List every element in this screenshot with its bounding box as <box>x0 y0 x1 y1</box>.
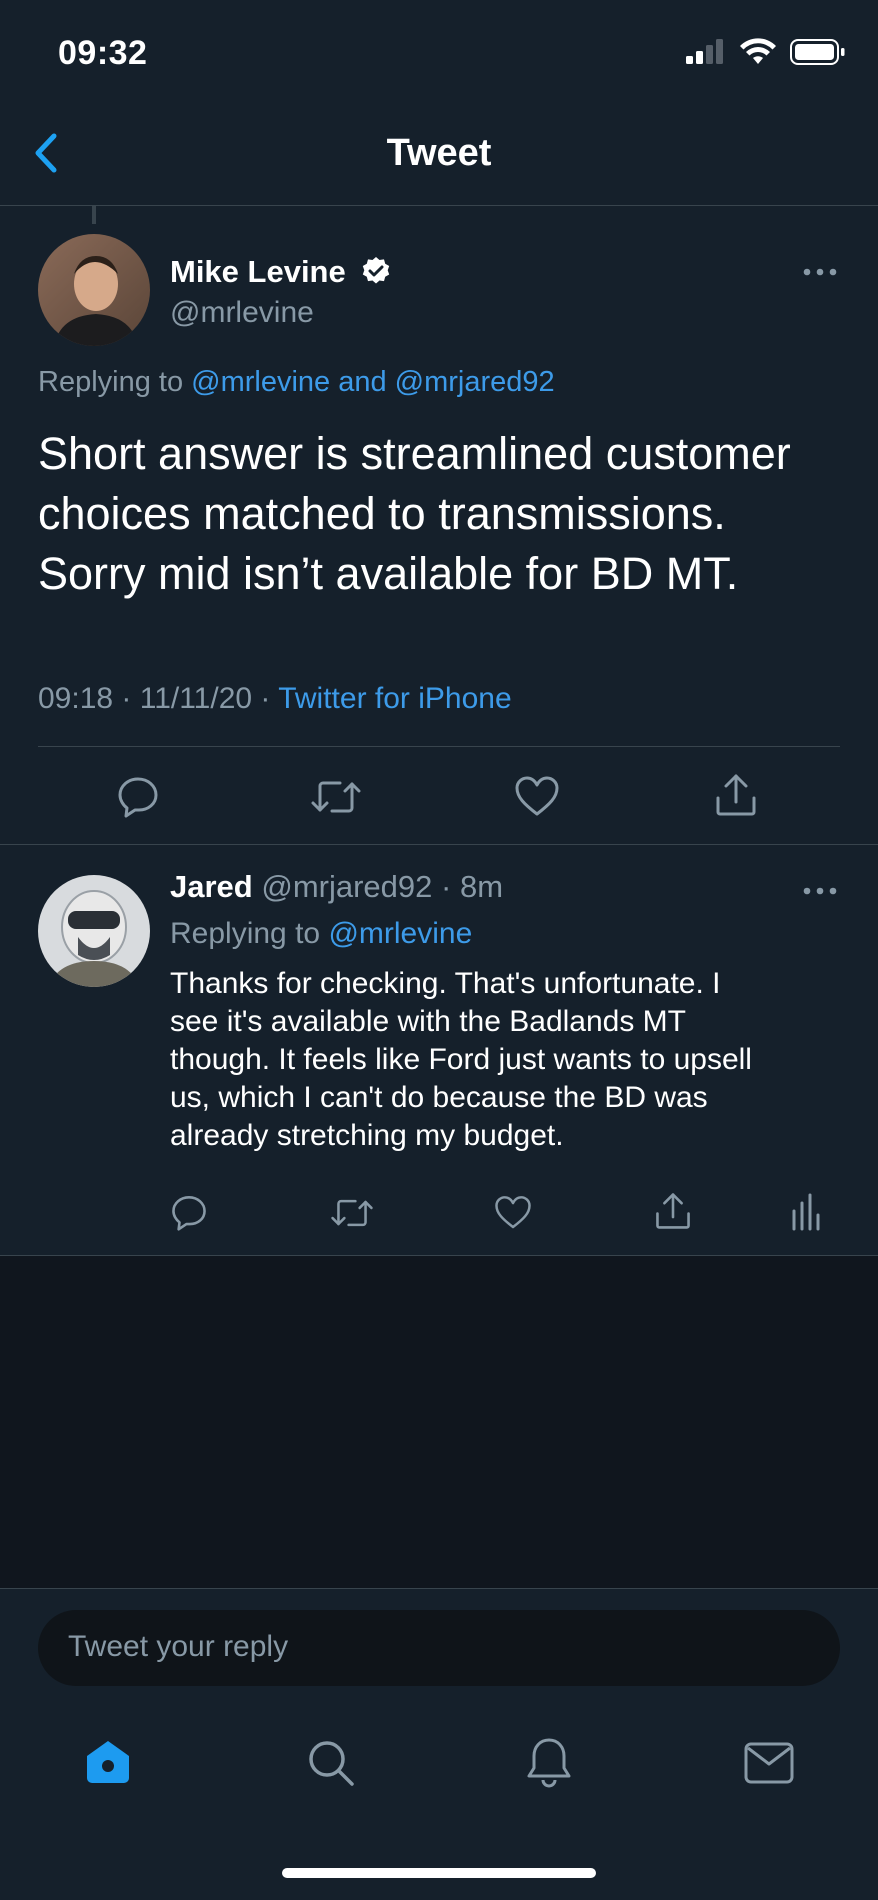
meta-separator: · <box>260 682 279 715</box>
author-handle[interactable]: @mrlevine <box>170 296 314 330</box>
avatar-jared[interactable] <box>38 875 150 987</box>
retweet-icon[interactable] <box>310 776 362 818</box>
tweet-meta: 09:18 · 11/11/20 · Twitter for iPhone <box>38 682 512 716</box>
tweet-time: 09:18 <box>38 682 114 715</box>
reply-compose-field[interactable]: Tweet your reply <box>38 1610 840 1686</box>
replying-to-handle[interactable]: @mrlevine <box>328 917 472 950</box>
tweet-text-line: choices matched to transmissions. <box>38 488 726 539</box>
battery-icon <box>790 39 845 65</box>
reply-more-options-icon[interactable] <box>802 885 838 897</box>
tweet-source[interactable]: Twitter for iPhone <box>278 682 511 715</box>
reply-text-line: see it's available with the Badlands MT <box>170 1005 686 1038</box>
compose-divider <box>0 1588 878 1589</box>
status-time: 09:32 <box>58 34 148 72</box>
reply-text-line: us, which I can't do because the BD was <box>170 1081 708 1114</box>
cellular-signal-icon <box>686 39 723 64</box>
replying-to-handles[interactable]: @mrlevine and @mrjared92 <box>191 366 555 398</box>
analytics-icon[interactable] <box>790 1193 820 1231</box>
status-icons <box>686 38 846 66</box>
avatar-photo-icon <box>38 875 150 987</box>
share-icon[interactable] <box>714 772 758 818</box>
home-indicator <box>282 1868 596 1878</box>
meta-separator: · <box>121 682 140 715</box>
reply-tweet[interactable]: Jared @mrjared92 · 8m Replying to @mrlev… <box>0 845 878 1255</box>
tweet-text-line: Short answer is streamlined customer <box>38 428 791 479</box>
tweet-date: 11/11/20 <box>139 682 253 715</box>
reply-like-heart-icon[interactable] <box>494 1195 532 1231</box>
reply-author-name[interactable]: Jared <box>170 869 253 904</box>
reply-header: Jared @mrjared92 · 8m <box>170 869 503 905</box>
reply-age: 8m <box>459 869 504 904</box>
reply-retweet-icon[interactable] <box>330 1195 374 1231</box>
reply-reply-icon[interactable] <box>170 1193 208 1231</box>
reply-text: Thanks for checking. That's unfortunate.… <box>170 965 752 1155</box>
verified-badge-icon <box>362 257 390 284</box>
reply-separator: · <box>441 869 452 904</box>
main-tweet: Mike Levine @mrlevine Replying to @mrlev… <box>0 206 878 844</box>
reply-author-handle[interactable]: @mrjared92 <box>261 869 432 904</box>
reply-icon[interactable] <box>116 774 160 818</box>
bell-icon[interactable] <box>526 1736 572 1788</box>
replying-to-prefix: Replying to <box>38 366 184 398</box>
tweet-text-line: Sorry mid isn’t available for BD MT. <box>38 548 739 599</box>
reply-compose-placeholder: Tweet your reply <box>68 1630 289 1663</box>
reply-replying-to-line: Replying to @mrlevine <box>170 917 472 951</box>
reply-text-line: Thanks for checking. That's unfortunate.… <box>170 967 721 1000</box>
tweet-text: Short answer is streamlined customer cho… <box>38 424 791 604</box>
replying-to-prefix: Replying to <box>170 917 321 950</box>
wifi-icon <box>740 38 776 64</box>
reply-text-line: already stretching my budget. <box>170 1119 564 1152</box>
home-icon[interactable] <box>84 1738 132 1786</box>
reply-text-line: though. It feels like Ford just wants to… <box>170 1043 752 1076</box>
more-options-icon[interactable] <box>802 266 838 278</box>
like-heart-icon[interactable] <box>514 776 560 818</box>
replying-to-line: Replying to @mrlevine and @mrjared92 <box>38 366 555 399</box>
page-title: Tweet <box>386 132 492 174</box>
nav-bar: Tweet <box>0 100 878 206</box>
reply-share-icon[interactable] <box>654 1191 692 1231</box>
empty-area <box>0 1256 878 1588</box>
author-name[interactable]: Mike Levine <box>170 254 346 290</box>
avatar-mike-levine[interactable] <box>38 234 150 346</box>
mail-icon[interactable] <box>744 1742 794 1784</box>
avatar-photo-icon <box>38 234 150 346</box>
search-icon[interactable] <box>306 1738 356 1788</box>
meta-divider <box>38 746 840 747</box>
